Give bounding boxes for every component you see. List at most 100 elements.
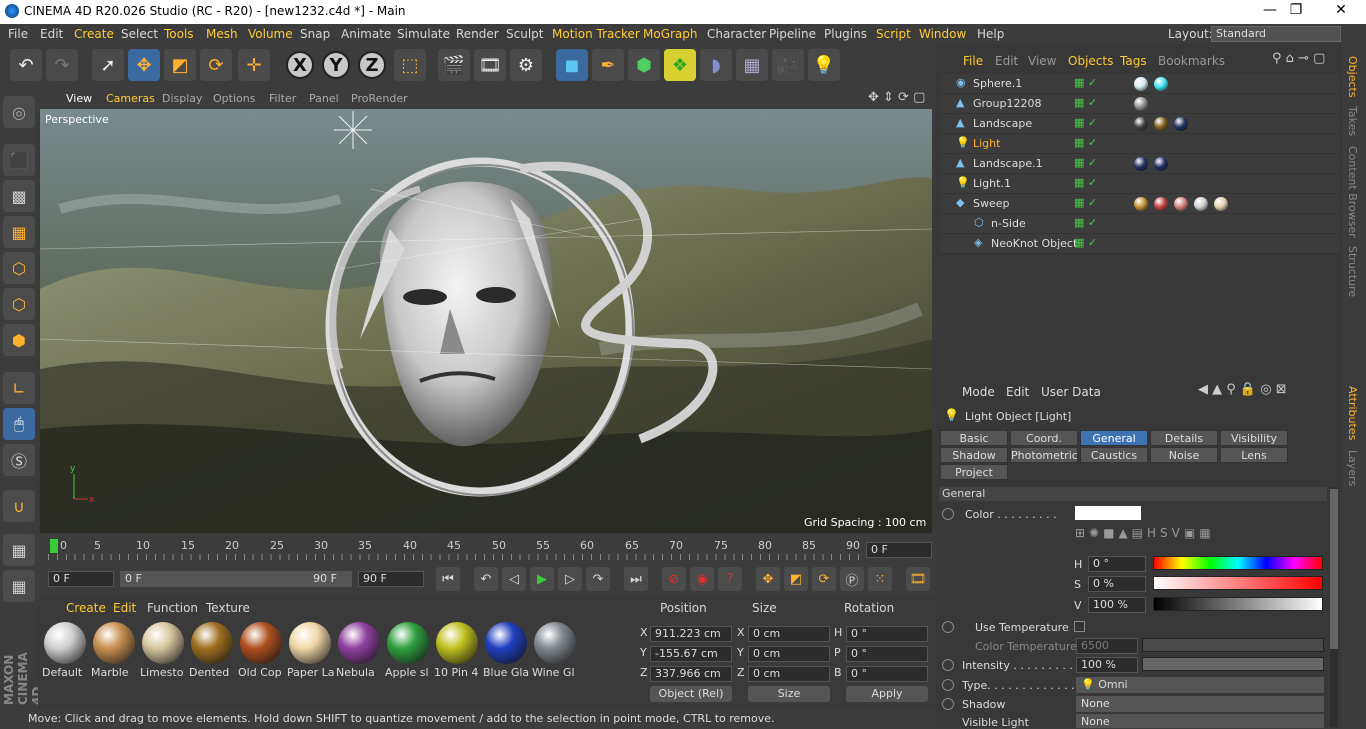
animate-shadow-icon[interactable] xyxy=(942,698,954,710)
intensity-field[interactable]: 100 % xyxy=(1076,657,1138,673)
deformer-icon[interactable]: ◗ xyxy=(700,49,732,81)
start-frame-field[interactable]: 0 F xyxy=(48,571,114,587)
material-tag-icon[interactable] xyxy=(1154,157,1168,171)
coord-mode-select[interactable]: Object (Rel) xyxy=(650,686,732,702)
current-frame-field[interactable]: 0 F xyxy=(866,542,932,558)
menu-help[interactable]: Help xyxy=(977,27,1004,41)
menu-simulate[interactable]: Simulate xyxy=(397,27,450,41)
edges-mode-icon[interactable]: ⬡ xyxy=(3,288,35,320)
undo-icon[interactable]: ↶ xyxy=(10,49,42,81)
menu-motion-tracker[interactable]: Motion Tracker xyxy=(552,27,640,41)
redo-icon[interactable]: ↷ xyxy=(46,49,78,81)
record-parameter-icon[interactable]: Ⓟ xyxy=(840,567,864,591)
visibility-toggle-icon[interactable]: ▦ ✓ xyxy=(1074,196,1097,209)
material-tag-icon[interactable] xyxy=(1134,77,1148,91)
obj-search-home-icons[interactable]: ⚲ ⌂ ⊸ ▢ xyxy=(1272,51,1325,66)
record-position-icon[interactable]: ✥ xyxy=(756,567,780,591)
material-swatch[interactable]: Wine Gl xyxy=(532,620,578,679)
material-tag-icon[interactable] xyxy=(1174,117,1188,131)
3d-viewport[interactable]: y x xyxy=(40,109,932,533)
material-tag-icon[interactable] xyxy=(1134,117,1148,131)
attr-scrollbar[interactable] xyxy=(1330,487,1338,727)
snapping-icon[interactable]: ∪ xyxy=(3,490,35,522)
material-tag-icon[interactable] xyxy=(1134,157,1148,171)
visibility-toggle-icon[interactable]: ▦ ✓ xyxy=(1074,176,1097,189)
y-axis-lock-icon[interactable]: Y xyxy=(322,51,350,79)
next-key-icon[interactable]: ↷ xyxy=(586,567,610,591)
material-swatch[interactable]: Nebula xyxy=(336,620,382,679)
attr-tab[interactable]: Noise xyxy=(1150,447,1218,463)
material-swatch[interactable]: Blue Gla xyxy=(483,620,529,679)
visibility-toggle-icon[interactable]: ▦ ✓ xyxy=(1074,136,1097,149)
texture-mode-icon[interactable]: ▩ xyxy=(3,180,35,212)
attr-tab[interactable]: General xyxy=(1080,430,1148,446)
rotate-tool-icon[interactable]: ⟳ xyxy=(200,49,232,81)
render-view-icon[interactable]: 🎬 xyxy=(438,49,470,81)
apply-button[interactable]: Apply xyxy=(846,686,928,702)
obj-menu-objects[interactable]: Objects xyxy=(1068,54,1113,68)
attr-nav-icons[interactable]: ◀ ▲ ⚲ 🔒 ◎ ⊠ xyxy=(1198,382,1287,397)
material-tag-icon[interactable] xyxy=(1214,197,1228,211)
timeline-playhead[interactable] xyxy=(50,539,58,553)
menu-render[interactable]: Render xyxy=(456,27,499,41)
object-row[interactable]: ⬡ n-Side ▦ ✓ xyxy=(940,214,1340,234)
material-swatch[interactable]: Apple sl xyxy=(385,620,431,679)
cube-object-icon[interactable]: ◼ xyxy=(556,49,588,81)
close-button[interactable]: ✕ xyxy=(1326,2,1356,18)
color-swatch[interactable] xyxy=(1075,506,1141,520)
menu-snap[interactable]: Snap xyxy=(300,27,330,41)
viewport-nav-icons[interactable]: ✥ ⇕ ⟳ ▢ xyxy=(868,90,925,105)
model-mode-icon[interactable]: ⬛ xyxy=(3,144,35,176)
previous-frame-icon[interactable]: ◁ xyxy=(502,567,526,591)
tweak-mode-icon[interactable]: 🖱 xyxy=(3,408,35,440)
use-temperature-checkbox[interactable] xyxy=(1074,621,1085,632)
material-tag-icon[interactable] xyxy=(1134,97,1148,111)
shadow-select[interactable]: None xyxy=(1076,696,1324,712)
camera-icon[interactable]: 🎥 xyxy=(772,49,804,81)
obj-menu-tags[interactable]: Tags xyxy=(1120,54,1147,68)
next-frame-icon[interactable]: ▷ xyxy=(558,567,582,591)
object-row[interactable]: ◆ Sweep ▦ ✓ xyxy=(940,194,1340,214)
object-row[interactable]: 💡 Light.1 ▦ ✓ xyxy=(940,174,1340,194)
menu-pipeline[interactable]: Pipeline xyxy=(769,27,816,41)
material-swatch[interactable]: Paper La xyxy=(287,620,335,679)
coord-rotation-field[interactable]: 0 ° xyxy=(846,646,928,662)
obj-menu-file[interactable]: File xyxy=(963,54,983,68)
attr-tab[interactable]: Lens xyxy=(1220,447,1288,463)
attr-tab[interactable]: Shadow xyxy=(940,447,1008,463)
attr-tab[interactable]: Project xyxy=(940,464,1008,480)
material-tag-icon[interactable] xyxy=(1194,197,1208,211)
value-slider[interactable] xyxy=(1153,597,1323,611)
material-swatch[interactable]: Old Cop xyxy=(238,620,284,679)
side-tab-objects[interactable]: Objects xyxy=(1346,56,1359,98)
mat-menu-create[interactable]: Create xyxy=(66,601,106,615)
menu-tools[interactable]: Tools xyxy=(164,27,194,41)
coord-size-mode-select[interactable]: Size xyxy=(748,686,830,702)
attr-menu-edit[interactable]: Edit xyxy=(1006,385,1029,399)
menu-mesh[interactable]: Mesh xyxy=(206,27,238,41)
saturation-field[interactable]: 0 % xyxy=(1088,576,1146,592)
go-to-end-icon[interactable]: ⏭ xyxy=(624,567,648,591)
menu-script[interactable]: Script xyxy=(876,27,911,41)
hue-field[interactable]: 0 ° xyxy=(1088,556,1146,572)
vp-menu-filter[interactable]: Filter xyxy=(269,92,296,105)
color-temperature-field[interactable]: 6500 xyxy=(1076,638,1138,654)
z-axis-lock-icon[interactable]: Z xyxy=(358,51,386,79)
point-level-animation-icon[interactable]: ⁙ xyxy=(868,567,892,591)
coord-position-field[interactable]: 337.966 cm xyxy=(650,666,732,682)
menu-edit[interactable]: Edit xyxy=(40,27,63,41)
pen-spline-icon[interactable]: ✒ xyxy=(592,49,624,81)
attr-tab[interactable]: Coord. xyxy=(1010,430,1078,446)
render-settings-icon[interactable]: ⚙ xyxy=(510,49,542,81)
visibility-toggle-icon[interactable]: ▦ ✓ xyxy=(1074,116,1097,129)
vp-menu-options[interactable]: Options xyxy=(213,92,255,105)
object-row[interactable]: ▲ Landscape ▦ ✓ xyxy=(940,114,1340,134)
play-forward-icon[interactable]: ▶ xyxy=(530,567,554,591)
side-tab-content-browser[interactable]: Content Browser xyxy=(1346,146,1359,238)
scale-tool-icon[interactable]: ◩ xyxy=(164,49,196,81)
render-picture-viewer-icon[interactable]: 🎞 xyxy=(474,49,506,81)
autokey-icon[interactable]: ◉ xyxy=(690,567,714,591)
frame-range-slider[interactable]: 0 F 90 F xyxy=(120,571,352,587)
object-row[interactable]: ▲ Landscape.1 ▦ ✓ xyxy=(940,154,1340,174)
object-row[interactable]: 💡 Light ▦ ✓ xyxy=(940,134,1340,154)
